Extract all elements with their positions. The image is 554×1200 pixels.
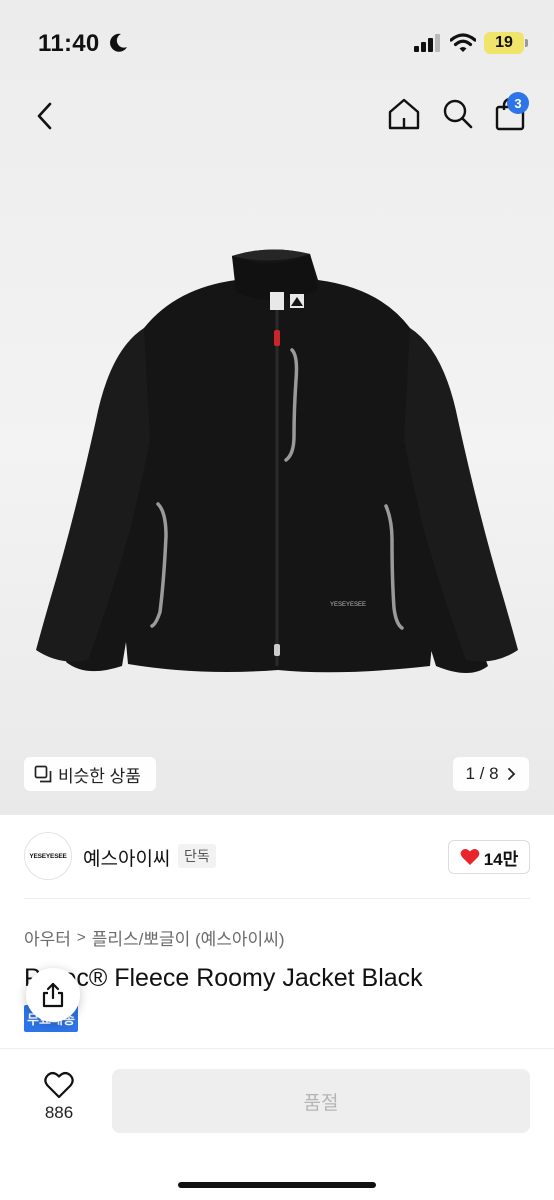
similar-icon [34, 765, 52, 783]
shop-logo[interactable]: YESEYESEE [24, 832, 72, 880]
chevron-right-icon [507, 768, 515, 780]
sold-out-button[interactable]: 품절 [112, 1069, 530, 1133]
breadcrumb-level2[interactable]: 플리스/뽀글이 (예스아이씨) [92, 925, 285, 950]
wishlist-button[interactable]: 886 [30, 1071, 88, 1131]
section-divider [24, 898, 530, 899]
shop-like-count: 14만 [483, 849, 519, 869]
heart-outline-icon [44, 1072, 74, 1099]
breadcrumb: 아우터 > 플리스/뽀글이 (예스아이씨) [24, 925, 285, 950]
breadcrumb-separator-icon: > [76, 929, 86, 946]
image-pager-button[interactable]: 1 / 8 [453, 757, 529, 791]
search-icon [443, 99, 473, 129]
back-button[interactable] [28, 96, 60, 136]
status-bar: 11:40 19 [0, 0, 554, 90]
wifi-icon [450, 33, 476, 52]
heart-filled-icon [460, 849, 480, 865]
battery-level: 19 [484, 32, 524, 54]
image-pager-label: 1 / 8 [465, 764, 499, 783]
shop-logo-text: YESEYESEE [29, 852, 67, 860]
status-time: 11:40 [38, 30, 100, 57]
similar-products-button[interactable]: 비슷한 상품 [24, 757, 156, 791]
shop-like-button[interactable]: 14만 [448, 840, 530, 874]
shop-name[interactable]: 예스아이씨 [83, 844, 170, 871]
moon-icon [110, 33, 127, 52]
product-image[interactable]: YESEYESEE [0, 240, 554, 680]
battery-tip [525, 39, 528, 47]
exclusive-badge: 단독 [178, 844, 216, 868]
product-hero: 11:40 19 3 YESEYESEE 비슷한 상품 1 / 8 [0, 0, 554, 815]
search-button[interactable] [438, 94, 478, 134]
home-indicator [178, 1182, 376, 1188]
home-icon [388, 98, 420, 130]
similar-products-label: 비슷한 상품 [58, 766, 141, 786]
cart-count-badge: 3 [507, 92, 529, 114]
signal-icon [414, 34, 440, 52]
home-button[interactable] [384, 94, 424, 134]
shop-row: YESEYESEE 예스아이씨 단독 14만 [0, 832, 554, 884]
product-title: P rtec® Fleece Roomy Jacket Black [24, 964, 423, 992]
share-button[interactable] [26, 968, 80, 1022]
bottom-action-bar: 886 품절 [0, 1048, 554, 1200]
top-nav [0, 90, 554, 140]
wishlist-count: 886 [44, 1103, 74, 1122]
share-icon [42, 982, 64, 1008]
breadcrumb-level1[interactable]: 아우터 [24, 925, 71, 950]
chest-logo-text: YESEYESEE [330, 602, 366, 608]
back-icon [37, 102, 52, 130]
